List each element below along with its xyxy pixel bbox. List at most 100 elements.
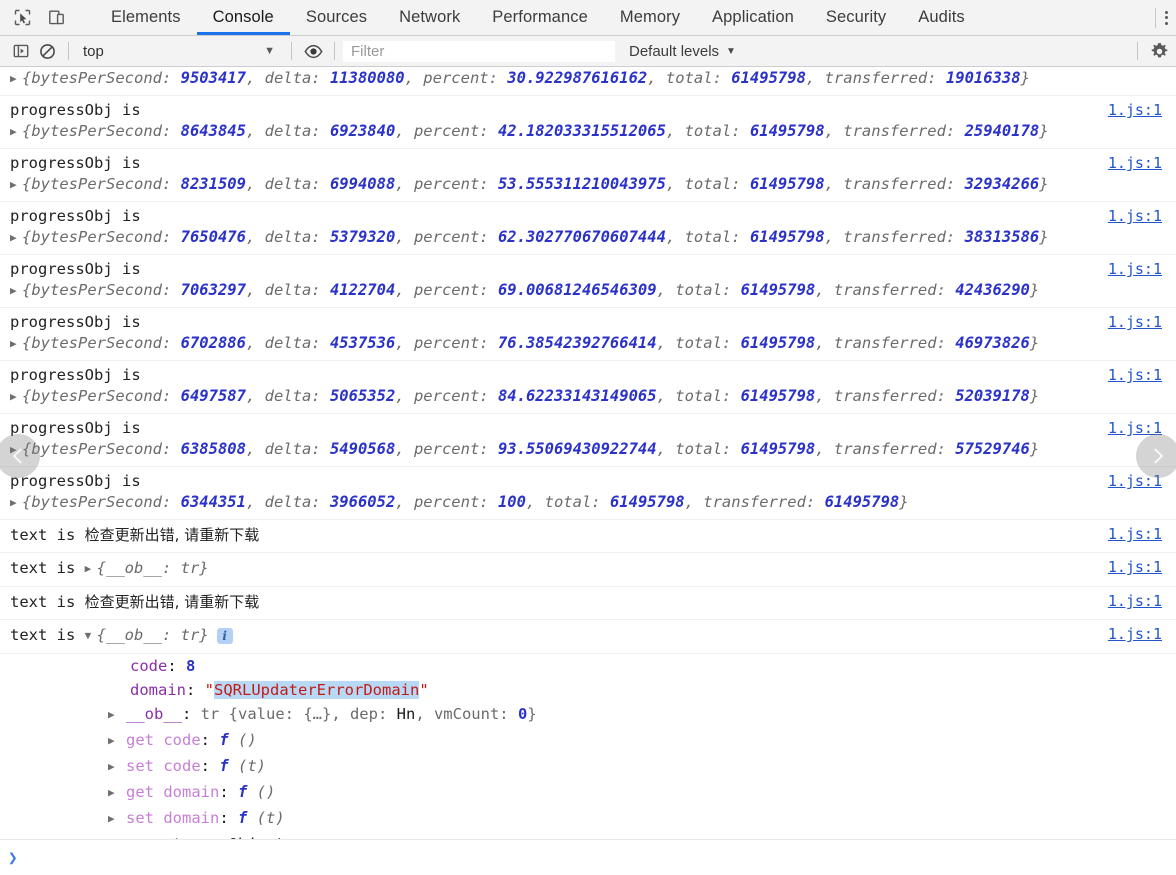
property-value: f xyxy=(219,731,229,749)
expand-triangle-icon[interactable]: ▶ xyxy=(10,121,22,142)
console-message-row[interactable]: 1.js:1 progressObj is ▶ {bytesPerSecond: 86… xyxy=(0,96,1176,149)
object-preview: {bytesPerSecond: xyxy=(22,387,181,405)
value-bytes-per-second: 9503417 xyxy=(180,69,246,87)
expand-triangle-icon[interactable]: ▶ xyxy=(10,227,22,248)
object-preview[interactable]: {__ob__: tr} xyxy=(97,625,209,646)
source-link[interactable]: 1.js:1 xyxy=(1108,153,1162,174)
console-message-row[interactable]: 1.js:1 progressObj is ▶ {bytesPerSecond: 63… xyxy=(0,414,1176,467)
property-value: "SQRLUpdaterErrorDomain" xyxy=(204,681,429,699)
expand-triangle-icon[interactable]: ▶ xyxy=(108,781,120,805)
expand-triangle-icon[interactable]: ▶ xyxy=(108,703,120,727)
object-property-row[interactable]: ▶ set domain: f (t) xyxy=(0,806,1176,832)
tab-application[interactable]: Application xyxy=(696,0,810,35)
value-total: 61495798 xyxy=(740,387,816,405)
console-message-row[interactable]: 1.js:1 progressObj is ▶ {bytesPerSecond: 63… xyxy=(0,467,1176,520)
value-transferred: 38313586 xyxy=(964,228,1040,246)
expand-triangle-icon[interactable]: ▶ xyxy=(108,755,120,779)
message-string-value: 检查更新出错, 请重新下载 xyxy=(84,526,260,544)
execution-context-value: top xyxy=(83,42,104,60)
console-message-row[interactable]: 1.js:1progressObj is▶{bytesPerSecond: 95… xyxy=(0,68,1176,96)
message-text: progressObj is xyxy=(10,101,141,119)
expand-triangle-icon[interactable]: ▶ xyxy=(10,492,22,513)
console-message-list[interactable]: 1.js:1progressObj is▶{bytesPerSecond: 95… xyxy=(0,68,1176,875)
console-message-row[interactable]: 1.js:1 progressObj is ▶ {bytesPerSecond: 64… xyxy=(0,361,1176,414)
expand-triangle-icon[interactable]: ▶ xyxy=(108,729,120,753)
object-property-row[interactable]: ▶ get code: f () xyxy=(0,728,1176,754)
filter-input[interactable] xyxy=(343,40,615,62)
device-toolbar-icon[interactable] xyxy=(44,7,68,29)
object-property-row[interactable]: ▶ __ob__: tr {value: {…}, dep: Hn, vmCoun… xyxy=(0,702,1176,728)
source-link[interactable]: 1.js:1 xyxy=(1108,557,1162,578)
chevron-down-icon: ▼ xyxy=(264,45,275,57)
console-message-row[interactable]: 1.js:1 text is 检查更新出错, 请重新下载 xyxy=(0,587,1176,620)
value-delta: 4537536 xyxy=(329,334,396,352)
gear-icon[interactable] xyxy=(1146,38,1172,64)
property-value: 8 xyxy=(186,657,196,675)
source-link[interactable]: 1.js:1 xyxy=(1108,365,1162,386)
expand-triangle-icon[interactable]: ▼ xyxy=(85,625,97,646)
object-preview: {bytesPerSecond: xyxy=(22,122,181,140)
message-text: progressObj is xyxy=(10,419,141,437)
source-link[interactable]: 1.js:1 xyxy=(1108,259,1162,280)
live-expression-eye-icon[interactable] xyxy=(300,38,326,64)
next-screenshot-arrow[interactable] xyxy=(1136,434,1176,478)
expand-triangle-icon[interactable]: ▶ xyxy=(10,386,22,407)
log-levels-dropdown[interactable]: Default levels ▼ xyxy=(615,43,736,60)
show-console-sidebar-icon[interactable] xyxy=(8,38,34,64)
object-property-tree[interactable]: code: 8 domain: "SQRLUpdaterErrorDomain" ▶… xyxy=(0,654,1176,862)
console-message-row[interactable]: 1.js:1 progressObj is ▶ {bytesPerSecond: 67… xyxy=(0,308,1176,361)
expand-triangle-icon[interactable]: ▶ xyxy=(10,280,22,301)
property-key: get code xyxy=(126,731,201,749)
message-text: progressObj is xyxy=(10,260,141,278)
object-property-row[interactable]: code: 8 xyxy=(0,654,1176,678)
source-link[interactable]: 1.js:1 xyxy=(1108,100,1162,121)
console-message-row[interactable]: 1.js:1 progressObj is ▶ {bytesPerSecond: 70… xyxy=(0,255,1176,308)
value-bytes-per-second: 6702886 xyxy=(180,334,246,352)
value-total: 61495798 xyxy=(749,228,825,246)
tab-label: Application xyxy=(712,8,794,26)
tab-elements[interactable]: Elements xyxy=(95,0,197,35)
object-property-row[interactable]: ▶ get domain: f () xyxy=(0,780,1176,806)
value-percent: 42.182033315512065 xyxy=(497,122,666,140)
source-link[interactable]: 1.js:1 xyxy=(1108,524,1162,545)
more-tabs-icon[interactable] xyxy=(1165,10,1176,25)
value-percent: 53.555311210043975 xyxy=(497,175,666,193)
devtools-window: Elements Console Sources Network Perform… xyxy=(0,0,1176,875)
expand-triangle-icon[interactable]: ▶ xyxy=(10,174,22,195)
property-value: f xyxy=(238,783,248,801)
console-prompt[interactable]: ❯ xyxy=(0,839,1176,875)
expand-triangle-icon[interactable]: ▶ xyxy=(10,333,22,354)
console-message-row[interactable]: 1.js:1 progressObj is ▶ {bytesPerSecond: 82… xyxy=(0,149,1176,202)
source-link[interactable]: 1.js:1 xyxy=(1108,312,1162,333)
tab-memory[interactable]: Memory xyxy=(604,0,696,35)
source-link[interactable]: 1.js:1 xyxy=(1108,591,1162,612)
console-message-row[interactable]: 1.js:1 text is ▼ {__ob__: tr} i xyxy=(0,620,1176,654)
value-bytes-per-second: 8231509 xyxy=(180,175,246,193)
info-badge-icon[interactable]: i xyxy=(216,628,233,644)
source-link[interactable]: 1.js:1 xyxy=(1108,206,1162,227)
object-property-row[interactable]: ▶ set code: f (t) xyxy=(0,754,1176,780)
filterbar-divider-3 xyxy=(334,42,335,60)
tab-network[interactable]: Network xyxy=(383,0,476,35)
tab-sources[interactable]: Sources xyxy=(290,0,383,35)
console-message-row[interactable]: 1.js:1 text is ▶ {__ob__: tr} xyxy=(0,553,1176,587)
console-message-row[interactable]: 1.js:1 text is 检查更新出错, 请重新下载 xyxy=(0,520,1176,553)
inspect-element-icon[interactable] xyxy=(10,7,34,29)
value-transferred: 25940178 xyxy=(964,122,1040,140)
tab-security[interactable]: Security xyxy=(810,0,902,35)
console-message-row[interactable]: 1.js:1 progressObj is ▶ {bytesPerSecond: 76… xyxy=(0,202,1176,255)
tab-performance[interactable]: Performance xyxy=(476,0,604,35)
value-bytes-per-second: 6344351 xyxy=(180,493,246,511)
expand-triangle-icon[interactable]: ▶ xyxy=(10,68,22,89)
tabbar-right-controls xyxy=(1146,0,1176,35)
expand-triangle-icon[interactable]: ▶ xyxy=(85,558,97,579)
object-preview[interactable]: {__ob__: tr} xyxy=(97,558,209,579)
execution-context-selector[interactable]: top ▼ xyxy=(77,40,283,62)
object-property-row[interactable]: domain: "SQRLUpdaterErrorDomain" xyxy=(0,678,1176,702)
source-link[interactable]: 1.js:1 xyxy=(1108,624,1162,645)
expand-triangle-icon[interactable]: ▶ xyxy=(108,807,120,831)
tab-audits[interactable]: Audits xyxy=(902,0,980,35)
message-text: text is xyxy=(10,593,85,611)
tab-console[interactable]: Console xyxy=(196,0,291,35)
clear-console-icon[interactable] xyxy=(34,38,60,64)
